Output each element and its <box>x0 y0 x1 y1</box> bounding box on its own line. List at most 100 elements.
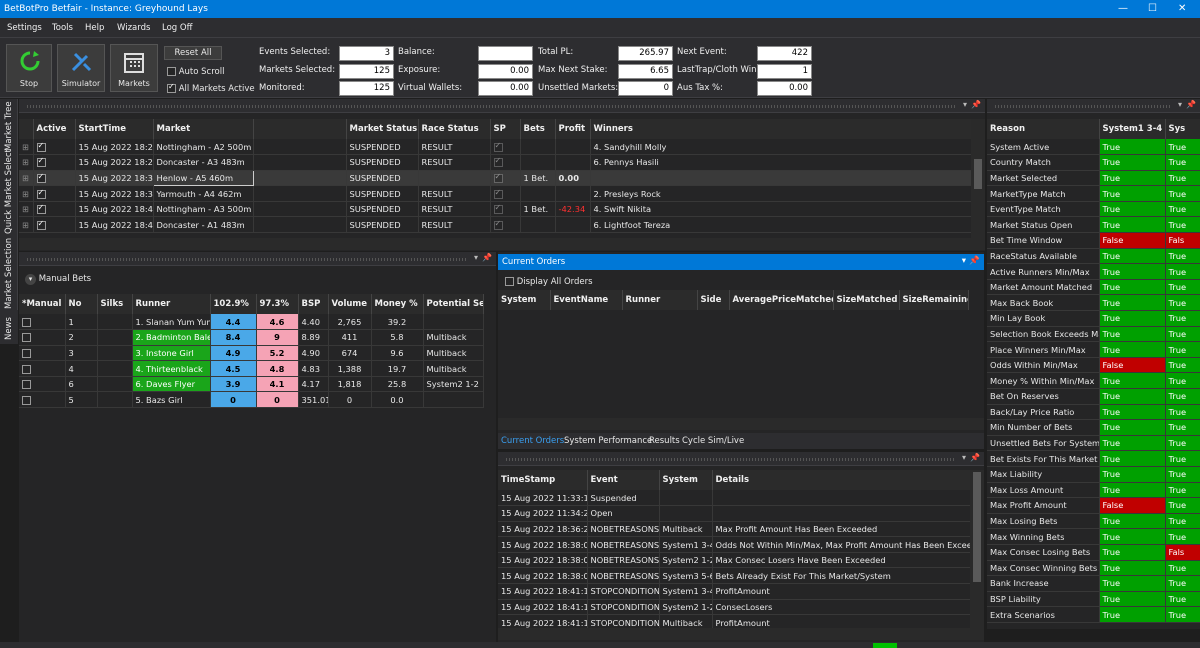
manual-checkbox[interactable] <box>19 314 66 331</box>
col-profit[interactable]: Profit <box>555 119 591 139</box>
log-row[interactable]: 15 Aug 2022 18:41:17 STOPCONDITION System2… <box>498 599 971 616</box>
runner-row[interactable]: 5 5. Bazs Girl 0 0 351.01 0 0.0 <box>19 391 484 409</box>
expand-icon[interactable]: ⊞ <box>19 170 34 187</box>
sp-checkbox[interactable] <box>490 154 521 171</box>
pin-icon[interactable]: 📌 <box>1186 100 1196 109</box>
col-sp[interactable]: SP <box>490 119 521 139</box>
reset-all-button[interactable]: Reset All <box>164 46 222 60</box>
drag-grip[interactable] <box>27 258 466 261</box>
stop-button[interactable]: Stop <box>6 44 52 92</box>
market-row[interactable]: ⊞ 15 Aug 2022 18:36Yarmouth - A4 462m SUSP… <box>19 185 972 202</box>
expand-icon[interactable]: ⊞ <box>19 216 34 234</box>
runner-row[interactable]: 3 3. Instone Girl 4.9 5.2 4.90 674 9.6 Multibac… <box>19 345 484 362</box>
col-silks[interactable]: Silks <box>97 294 133 314</box>
display-all-orders-checkbox[interactable] <box>505 277 514 286</box>
reason-row[interactable]: EventType Match True True <box>987 201 1200 218</box>
reason-row[interactable]: Min Lay Book True True <box>987 310 1200 327</box>
sp-check-icon[interactable] <box>493 219 503 230</box>
manual-checkbox[interactable] <box>19 391 66 409</box>
col-manual[interactable]: *Manual <box>19 294 66 314</box>
market-name[interactable]: Nottingham - A2 500m <box>153 139 254 156</box>
reason-row[interactable]: Bet Exists For This Market True True <box>987 450 1200 467</box>
reason-row[interactable]: System Active True True <box>987 139 1200 156</box>
market-name[interactable]: Doncaster - A3 483m <box>153 154 254 171</box>
dropdown-icon[interactable]: ▾ <box>1178 100 1182 109</box>
col-avg-price[interactable]: AveragePriceMatched <box>729 290 834 310</box>
reason-row[interactable]: Market Amount Matched True True <box>987 279 1200 296</box>
reason-row[interactable]: Back/Lay Price Ratio True True <box>987 404 1200 421</box>
sp-checkbox[interactable] <box>490 170 521 187</box>
active-checkbox[interactable] <box>33 185 76 202</box>
all-markets-active-toggle[interactable]: All Markets Active <box>167 82 255 94</box>
active-check-icon[interactable] <box>36 156 46 168</box>
expand-icon[interactable]: ⊞ <box>19 185 34 202</box>
manual-checkbox[interactable] <box>19 329 66 346</box>
reason-row[interactable]: Odds Within Min/Max False True <box>987 357 1200 374</box>
active-checkbox[interactable] <box>33 170 76 187</box>
col-size-matched[interactable]: SizeMatched <box>833 290 900 310</box>
manual-bets-header[interactable]: ▾ Manual Bets <box>25 274 91 285</box>
reason-row[interactable]: BSP Liability True True <box>987 591 1200 608</box>
dropdown-icon[interactable]: ▾ <box>474 253 478 262</box>
collapse-icon[interactable]: ▾ <box>25 274 36 285</box>
active-checkbox[interactable] <box>33 154 76 171</box>
runner-row[interactable]: 1 1. Slanan Yum Yum 4.4 4.6 4.40 2,765 39.2 <box>19 314 484 331</box>
runner-name[interactable]: 6. Daves Flyer <box>132 376 211 393</box>
runner-name[interactable]: 3. Instone Girl <box>132 345 211 362</box>
runner-row[interactable]: 6 6. Daves Flyer 3.9 4.1 4.17 1,818 25.8 System… <box>19 376 484 393</box>
market-row[interactable]: ⊞ 15 Aug 2022 18:26Nottingham - A2 500m SU… <box>19 139 972 156</box>
market-row[interactable]: ⊞ 15 Aug 2022 18:41Nottingham - A3 500m SU… <box>19 201 972 218</box>
market-name[interactable]: Doncaster - A1 483m <box>153 216 254 234</box>
lay-price[interactable]: 4.1 <box>256 376 299 393</box>
tab-current-orders[interactable]: Current Orders <box>501 436 564 446</box>
tab-market-tree[interactable]: Market Tree <box>4 101 14 151</box>
reason-row[interactable]: Max Liability True True <box>987 466 1200 483</box>
active-checkbox[interactable] <box>33 139 76 156</box>
col-timestamp[interactable]: TimeStamp <box>498 470 588 490</box>
col-race-status[interactable]: Race Status <box>418 119 491 139</box>
expand-icon[interactable]: ⊞ <box>19 139 34 156</box>
markets-button[interactable]: Markets <box>110 44 158 92</box>
active-check-icon[interactable] <box>36 203 46 215</box>
col-size-remaining[interactable]: SizeRemaining <box>899 290 969 310</box>
lay-price[interactable]: 9 <box>256 329 299 346</box>
reason-row[interactable]: Unsettled Bets For System True True <box>987 435 1200 452</box>
reason-row[interactable]: Max Profit Amount False True <box>987 497 1200 514</box>
lay-price[interactable]: 5.2 <box>256 345 299 362</box>
markets-hscrollbar[interactable] <box>19 238 985 250</box>
sp-check-icon[interactable] <box>493 188 503 199</box>
scroll-thumb[interactable] <box>973 472 981 582</box>
col-runner[interactable]: Runner <box>622 290 698 310</box>
col-market[interactable]: Market <box>153 119 254 139</box>
col-back-book[interactable]: 102.9% <box>210 294 257 314</box>
expand-icon[interactable]: ⊞ <box>19 154 34 171</box>
lay-price[interactable]: 4.8 <box>256 360 299 377</box>
dropdown-icon[interactable]: ▾ <box>962 453 966 462</box>
active-check-icon[interactable] <box>36 188 46 199</box>
sp-check-icon[interactable] <box>493 172 503 183</box>
menu-wizards[interactable]: Wizards <box>117 23 150 33</box>
active-checkbox[interactable] <box>33 216 76 234</box>
runner-name[interactable]: 1. Slanan Yum Yum <box>132 314 211 331</box>
sp-check-icon[interactable] <box>493 141 503 152</box>
runner-name[interactable]: 4. Thirteenblack <box>132 360 211 377</box>
log-vscrollbar[interactable] <box>970 470 984 628</box>
tab-news[interactable]: News <box>4 317 14 340</box>
log-row[interactable]: 15 Aug 2022 18:41:17 STOPCONDITION System1… <box>498 583 971 600</box>
market-name[interactable]: Henlow - A5 460m <box>152 169 254 187</box>
pin-icon[interactable]: 📌 <box>971 100 981 109</box>
close-icon[interactable]: ✕ <box>1178 3 1186 14</box>
minimize-icon[interactable]: — <box>1118 3 1128 14</box>
menu-tools[interactable]: Tools <box>52 23 73 33</box>
col-system1[interactable]: System1 3-4 <box>1099 119 1166 139</box>
tab-market-selection[interactable]: Market Selection <box>4 238 14 309</box>
manual-checkbox[interactable] <box>19 376 66 393</box>
sp-check-icon[interactable] <box>493 156 503 168</box>
col-details[interactable]: Details <box>712 470 971 490</box>
col-system-next[interactable]: Sys <box>1165 119 1200 139</box>
col-market-status[interactable]: Market Status <box>346 119 419 139</box>
log-row[interactable]: 15 Aug 2022 18:38:00 NOBETREASONS System2 … <box>498 552 971 569</box>
tab-quick-market-select[interactable]: Quick Market Select <box>4 149 14 234</box>
runner-row[interactable]: 2 2. Badminton Bale 8.4 9 8.89 411 5.8 Multibac… <box>19 329 484 346</box>
reason-row[interactable]: Selection Book Exceeds Max True True <box>987 326 1200 343</box>
